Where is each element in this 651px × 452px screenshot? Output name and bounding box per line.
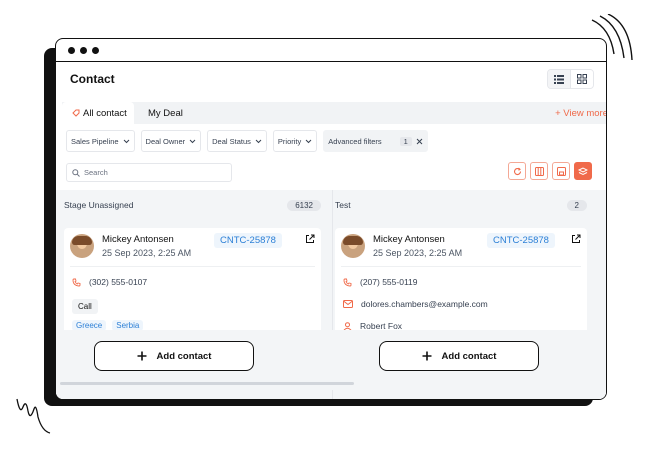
email-row: dolores.chambers@example.com [335, 293, 587, 315]
external-link-icon[interactable] [305, 234, 315, 244]
contact-date: 25 Sep 2023, 2:25 AM [373, 248, 463, 258]
chevron-down-icon [255, 139, 262, 143]
search-icon [72, 168, 80, 177]
view-toggle [547, 69, 594, 89]
filter-priority[interactable]: Priority [272, 130, 318, 152]
tab-label: My Deal [148, 107, 183, 119]
mail-icon [343, 300, 353, 308]
kanban-board: Stage Unassigned 6132 Mickey Antonsen 25… [56, 190, 606, 399]
contact-id-badge[interactable]: CNTC-25878 [487, 233, 555, 248]
column-title: Test [335, 200, 351, 210]
advanced-filters-count: 1 [399, 136, 412, 146]
close-icon[interactable] [416, 138, 423, 145]
search-placeholder: Search [84, 168, 108, 177]
list-view-icon[interactable] [548, 70, 571, 88]
card-divider [70, 266, 315, 267]
contact-date: 25 Sep 2023, 2:25 AM [102, 248, 192, 258]
filter-deal-status[interactable]: Deal Status [207, 130, 267, 152]
activity-chip: Call [72, 299, 98, 314]
tag-icon [72, 109, 80, 117]
app-window: Contact All contact My Deal + View more [55, 38, 607, 400]
column-title: Stage Unassigned [64, 200, 134, 210]
window-dot [92, 46, 99, 54]
avatar [341, 234, 365, 258]
contact-card[interactable]: Mickey Antonsen 25 Sep 2023, 2:25 AM CNT… [64, 228, 321, 338]
add-contact-label: Add contact [441, 350, 497, 362]
filter-label: Deal Status [212, 136, 251, 146]
contact-card[interactable]: Mickey Antonsen 25 Sep 2023, 2:25 AM CNT… [335, 228, 587, 338]
horizontal-scrollbar[interactable] [60, 382, 354, 385]
contact-info: Mickey Antonsen 25 Sep 2023, 2:25 AM [373, 234, 462, 258]
add-contact-button[interactable]: Add contact [379, 341, 539, 371]
column-header: Test 2 [333, 190, 591, 220]
refresh-button[interactable] [508, 162, 526, 180]
layers-icon [578, 166, 588, 175]
page-header: Contact [56, 62, 606, 96]
layout-button[interactable] [574, 162, 592, 180]
save-icon [556, 166, 566, 176]
chevron-down-icon [305, 139, 312, 143]
filter-label: Sales Pipeline [71, 136, 119, 146]
chevron-down-icon [189, 139, 196, 143]
column-header: Stage Unassigned 6132 [62, 190, 325, 220]
columns-button[interactable] [530, 162, 548, 180]
tab-label: All contact [83, 107, 127, 119]
search-input[interactable]: Search [66, 163, 232, 182]
filter-deal-owner[interactable]: Deal Owner [140, 130, 202, 152]
add-contact-button[interactable]: Add contact [94, 341, 254, 371]
window-titlebar [56, 39, 606, 62]
email-address: dolores.chambers@example.com [361, 299, 488, 309]
toolbar-actions [508, 162, 592, 180]
tabs-bar: All contact My Deal + View more [62, 102, 606, 124]
filter-bar: Sales Pipeline Deal Owner Deal Status Pr… [66, 130, 428, 152]
phone-row: (302) 555-0107 [64, 271, 321, 293]
contact-id-badge[interactable]: CNTC-25878 [214, 233, 282, 248]
contact-name: Mickey Antonsen [373, 234, 445, 245]
save-button[interactable] [552, 162, 570, 180]
refresh-icon [513, 167, 521, 175]
filter-sales-pipeline[interactable]: Sales Pipeline [66, 130, 135, 152]
chevron-down-icon [123, 139, 129, 143]
page-content: Contact All contact My Deal + View more [56, 62, 606, 399]
phone-row: (207) 555-0119 [335, 271, 587, 293]
contact-name: Mickey Antonsen [102, 234, 174, 245]
advanced-filters-button[interactable]: Advanced filters 1 [323, 130, 428, 152]
tab-all-contact[interactable]: All contact [62, 102, 134, 124]
filter-label: Priority [277, 136, 302, 146]
card-header: Mickey Antonsen 25 Sep 2023, 2:25 AM CNT… [335, 228, 587, 258]
avatar [70, 234, 94, 258]
filter-label: Deal Owner [145, 136, 186, 146]
external-link-icon[interactable] [571, 234, 581, 244]
phone-icon [343, 278, 352, 286]
window-dot [80, 46, 87, 54]
activity-row: Call [64, 296, 321, 314]
add-contact-label: Add contact [156, 350, 212, 362]
columns-icon [534, 166, 544, 176]
advanced-filters-label: Advanced filters [328, 136, 382, 146]
card-header: Mickey Antonsen 25 Sep 2023, 2:25 AM CNT… [64, 228, 321, 258]
view-more-link[interactable]: + View more [555, 102, 606, 124]
phone-icon [72, 278, 81, 286]
plus-icon [137, 351, 147, 361]
page-title: Contact [70, 72, 115, 86]
window-dot [68, 46, 75, 54]
plus-icon [422, 351, 432, 361]
column-count-badge: 2 [566, 199, 587, 211]
contact-info: Mickey Antonsen 25 Sep 2023, 2:25 AM [102, 234, 191, 258]
phone-number: (302) 555-0107 [89, 277, 148, 287]
tab-my-deal[interactable]: My Deal [148, 102, 183, 124]
phone-number: (207) 555-0119 [360, 277, 418, 287]
column-count-badge: 6132 [287, 199, 321, 211]
card-divider [341, 266, 581, 267]
grid-view-icon[interactable] [571, 70, 593, 88]
